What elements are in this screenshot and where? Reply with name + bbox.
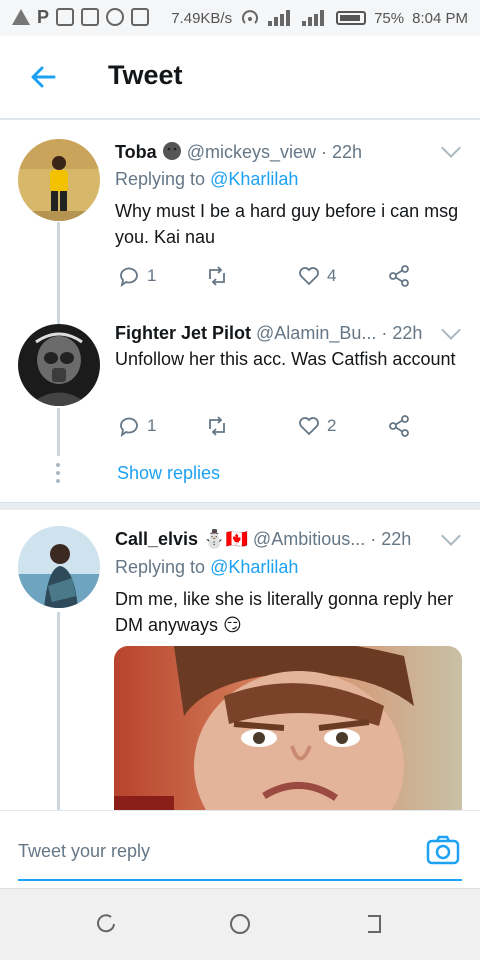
avatar[interactable] <box>18 139 100 221</box>
handle[interactable]: @Alamin_Bu... <box>256 323 376 343</box>
timestamp: · 22h <box>321 142 363 162</box>
status-bar: P 7.49KB/s 75% 8:04 PM <box>0 0 480 36</box>
like-count: 2 <box>327 416 337 435</box>
timestamp: · 22h <box>381 323 423 343</box>
avatar[interactable] <box>18 324 100 406</box>
thread-line <box>57 222 60 332</box>
avatar[interactable] <box>18 526 100 608</box>
name-emojis: ⛄🇨🇦 <box>203 529 248 549</box>
status-right: 7.49KB/s 75% 8:04 PM <box>171 9 468 27</box>
activity-icon <box>131 8 150 26</box>
reply-count: 1 <box>147 266 157 285</box>
arrow-left-icon[interactable] <box>28 62 58 92</box>
input-underline <box>18 879 462 881</box>
reply-button[interactable]: 1 <box>117 414 156 438</box>
tweet-text: Unfollow her this acc. Was Catfish accou… <box>115 349 456 369</box>
warning-icon <box>12 9 30 25</box>
display-name[interactable]: Fighter Jet Pilot <box>115 323 251 343</box>
tweet-text: Why must I be a hard guy before i can ms… <box>115 201 459 247</box>
record-icon <box>106 8 125 26</box>
network-speed: 7.49KB/s <box>171 9 233 27</box>
p-app-icon: P <box>37 7 50 27</box>
instagram-icon <box>56 8 75 26</box>
section-divider <box>0 502 480 510</box>
chevron-down-icon[interactable] <box>441 320 461 340</box>
retweet-icon <box>209 266 225 286</box>
clock: 8:04 PM <box>412 9 468 27</box>
display-name[interactable]: Call_elvis <box>115 529 198 549</box>
tweet-actions: 1 4 <box>117 264 417 292</box>
retweet-button[interactable] <box>205 414 235 438</box>
timestamp: · 22h <box>370 529 412 549</box>
share-button[interactable] <box>387 414 411 438</box>
battery-icon <box>336 11 367 25</box>
notification-icons: P <box>12 7 150 27</box>
chevron-down-icon[interactable] <box>441 526 461 546</box>
camera-icon[interactable] <box>426 835 460 865</box>
signal-icon-2 <box>302 10 328 26</box>
reply-icon <box>120 267 138 288</box>
reply-button[interactable]: 1 <box>117 264 156 288</box>
replying-label: Replying to <box>115 169 206 189</box>
share-icon <box>389 265 409 287</box>
system-nav-bar <box>0 888 480 960</box>
tweet-text: Dm me, like she is literally gonna reply… <box>115 589 454 635</box>
tweet-header: Toba @mickeys_view · 22h <box>115 141 362 163</box>
hotspot-icon <box>242 10 259 24</box>
thread-line <box>57 408 60 456</box>
image-icon <box>81 8 100 26</box>
heart-icon <box>299 417 319 436</box>
show-replies-link[interactable]: Show replies <box>117 463 220 484</box>
header: Tweet <box>0 36 480 120</box>
replying-handle[interactable]: @Kharlilah <box>210 557 298 577</box>
signal-icon-1 <box>268 10 294 26</box>
battery-percent: 75% <box>374 9 405 27</box>
handle[interactable]: @mickeys_view <box>187 142 316 162</box>
thread-line <box>57 612 60 812</box>
like-button[interactable]: 2 <box>297 414 336 438</box>
emoji-face-icon <box>162 142 181 160</box>
like-count: 4 <box>327 266 337 285</box>
retweet-button[interactable] <box>205 264 235 288</box>
reply-icon <box>120 417 138 438</box>
share-button[interactable] <box>387 264 411 288</box>
reply-input[interactable]: Tweet your reply <box>18 841 150 862</box>
replying-label: Replying to <box>115 557 206 577</box>
reply-composer: Tweet your reply <box>0 810 480 888</box>
tweet-header: Fighter Jet Pilot @Alamin_Bu... · 22h <box>115 323 422 344</box>
reply-count: 1 <box>147 416 157 435</box>
replying-to: Replying to @Kharlilah <box>115 557 298 578</box>
handle[interactable]: @Ambitious... <box>253 529 365 549</box>
more-dots-icon <box>56 463 61 487</box>
back-nav-icon[interactable] <box>362 913 384 935</box>
tweet-actions: 1 2 <box>117 414 417 442</box>
tweet-header: Call_elvis ⛄🇨🇦 @Ambitious... · 22h <box>115 529 411 550</box>
tweet-media-image[interactable] <box>114 646 462 816</box>
heart-icon <box>299 267 319 286</box>
share-icon <box>389 415 409 437</box>
chevron-down-icon[interactable] <box>441 138 461 158</box>
home-icon[interactable] <box>229 913 251 935</box>
like-button[interactable]: 4 <box>297 264 336 288</box>
display-name[interactable]: Toba <box>115 142 157 162</box>
recents-icon[interactable] <box>96 913 118 935</box>
replying-handle[interactable]: @Kharlilah <box>210 169 298 189</box>
retweet-icon <box>209 416 225 436</box>
replying-to: Replying to @Kharlilah <box>115 169 298 190</box>
page-title: Tweet <box>108 60 183 90</box>
